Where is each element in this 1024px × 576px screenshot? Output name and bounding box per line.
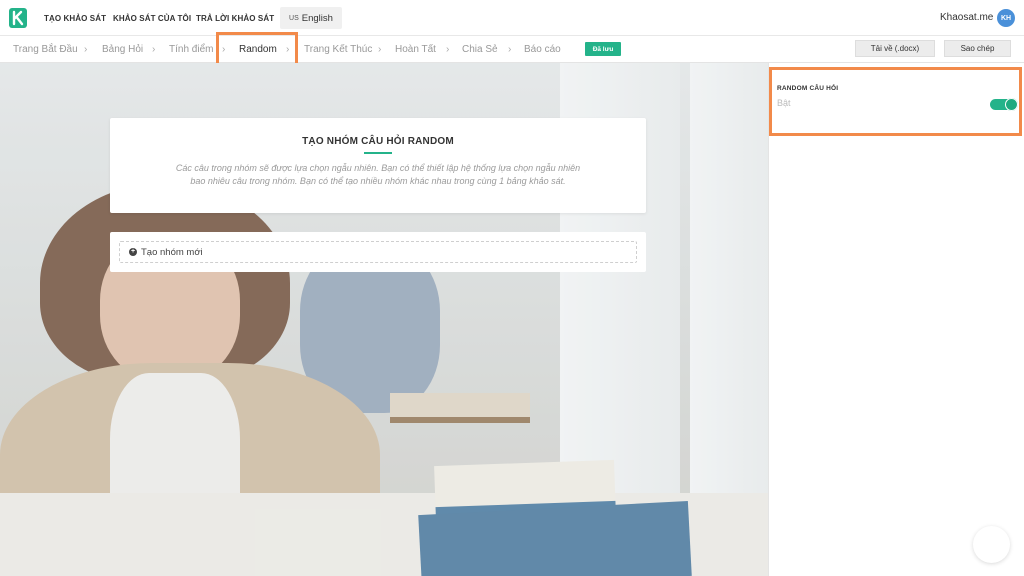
saved-status-badge: Đã lưu <box>585 42 621 56</box>
chevron-right-icon: › <box>152 44 156 55</box>
step-end-page[interactable]: Trang Kết Thúc <box>304 44 372 55</box>
chevron-right-icon: › <box>84 44 88 55</box>
title-underline <box>364 152 392 154</box>
nav-answer-survey[interactable]: TRẢ LỜI KHẢO SÁT <box>196 14 274 23</box>
chevron-right-icon: › <box>446 44 450 55</box>
step-complete[interactable]: Hoàn Tất <box>395 44 436 55</box>
step-report[interactable]: Báo cáo <box>524 44 561 55</box>
language-selector[interactable]: US English <box>280 7 342 29</box>
chevron-right-icon: › <box>222 44 226 55</box>
step-share[interactable]: Chia Sẻ <box>462 44 498 55</box>
chevron-right-icon: › <box>508 44 512 55</box>
chevron-right-icon: › <box>378 44 382 55</box>
toggle-knob <box>1005 98 1018 111</box>
chevron-right-icon: › <box>286 44 290 55</box>
step-questionnaire[interactable]: Bảng Hỏi <box>102 44 143 55</box>
site-name[interactable]: Khaosat.me <box>940 12 993 23</box>
avatar[interactable]: KH <box>997 9 1015 27</box>
add-group-button[interactable]: + Tạo nhóm mới <box>119 241 637 263</box>
card-description: Các câu trong nhóm sẽ được lựa chọn ngẫu… <box>175 163 581 186</box>
settings-panel <box>768 63 1024 576</box>
nav-create-survey[interactable]: TẠO KHẢO SÁT <box>44 14 106 23</box>
us-flag-icon: US <box>289 14 299 22</box>
random-group-info-card: TẠO NHÓM CÂU HỎI RANDOM Các câu trong nh… <box>110 118 646 213</box>
download-docx-button[interactable]: Tải về (.docx) <box>855 40 935 57</box>
random-questions-status: Bật <box>777 98 791 108</box>
nav-my-surveys[interactable]: KHẢO SÁT CỦA TÔI <box>113 14 191 23</box>
plus-circle-icon: + <box>129 248 137 256</box>
random-questions-label: RANDOM CÂU HỎI <box>777 85 839 92</box>
chat-float-button[interactable] <box>973 526 1010 563</box>
random-questions-toggle[interactable] <box>990 98 1018 111</box>
step-scoring[interactable]: Tính điểm <box>169 44 213 55</box>
copy-button[interactable]: Sao chép <box>944 40 1011 57</box>
add-group-card: + Tạo nhóm mới <box>110 232 646 272</box>
top-navbar: TẠO KHẢO SÁT KHẢO SÁT CỦA TÔI TRẢ LỜI KH… <box>0 0 1024 36</box>
step-start-page[interactable]: Trang Bắt Đầu <box>13 44 78 55</box>
card-title: TẠO NHÓM CÂU HỎI RANDOM <box>302 136 454 147</box>
khaosat-logo-icon[interactable] <box>9 8 27 28</box>
language-label: English <box>301 12 333 24</box>
add-group-label: Tạo nhóm mới <box>141 246 203 258</box>
step-random[interactable]: Random <box>239 44 277 55</box>
